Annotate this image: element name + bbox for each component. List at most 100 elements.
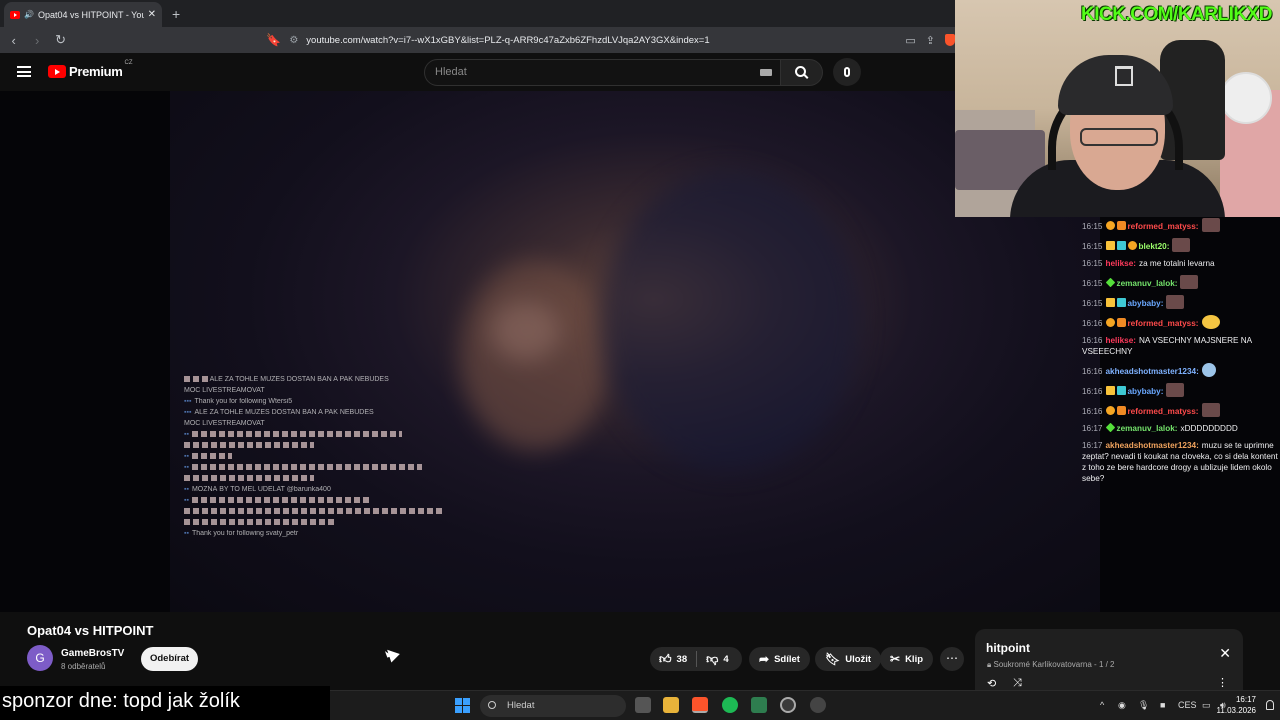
- star-badge-icon: [1105, 277, 1115, 288]
- obs-icon[interactable]: [810, 697, 826, 713]
- browser-tabstrip: 🔊 Opat04 vs HITPOINT - YouTub ✕ +: [0, 0, 955, 27]
- close-playlist-icon[interactable]: ✕: [1219, 645, 1231, 662]
- chat-username[interactable]: helikse:: [1106, 259, 1137, 268]
- chat-message: 16:15 blekt20:: [1082, 238, 1278, 252]
- taskbar-clock[interactable]: 16:17 11.03.2026: [1217, 694, 1256, 716]
- reload-icon[interactable]: ↻: [51, 32, 70, 48]
- chat-message: 16:15 reformed_matyss:: [1082, 218, 1278, 232]
- youtube-play-icon: [48, 65, 66, 78]
- chat-username[interactable]: helikse:: [1106, 336, 1137, 345]
- tray-overflow-icon[interactable]: ^: [1100, 700, 1104, 710]
- chat-username[interactable]: akheadshotmaster1234:: [1106, 441, 1199, 450]
- menu-icon[interactable]: [17, 66, 31, 77]
- playlist-more-icon[interactable]: ⋮: [1217, 676, 1228, 689]
- chat-message: 16:15 abybaby:: [1082, 295, 1278, 309]
- gift-badge-icon: [1116, 318, 1126, 327]
- chat-username[interactable]: abybaby:: [1128, 387, 1164, 396]
- share-button[interactable]: ➦ Sdílet: [749, 647, 810, 671]
- loop-icon[interactable]: ⟲: [987, 677, 996, 690]
- chat-username[interactable]: blekt20:: [1139, 242, 1170, 251]
- more-actions-icon[interactable]: ⋯: [940, 647, 964, 671]
- forward-icon[interactable]: ›: [27, 33, 46, 48]
- coin-badge-icon: [1105, 221, 1115, 230]
- voice-search-button[interactable]: [833, 58, 861, 86]
- playlist-title[interactable]: hitpoint: [986, 641, 1030, 655]
- steam-icon[interactable]: [780, 697, 796, 713]
- search-placeholder: Hledat: [435, 66, 467, 78]
- video-title: Opat04 vs HITPOINT: [27, 623, 154, 638]
- chat-emote-icon: [1201, 403, 1220, 417]
- bookmark-icon[interactable]: 🔖: [266, 33, 281, 47]
- windows-start-icon[interactable]: [455, 698, 470, 713]
- windows-taskbar: Hledat ^ ◉ 🎙︎ ■ CES ▭ 🔊︎ 16:17 11.03.202…: [330, 690, 1280, 720]
- chat-username[interactable]: reformed_matyss:: [1128, 319, 1199, 328]
- tray-nvidia-icon[interactable]: ■: [1160, 700, 1165, 710]
- mouse-cursor-icon: [384, 649, 393, 658]
- chat-message: 16:16 helikse: NA VSECHNY MAJSNERE NA VSEE…: [1082, 335, 1278, 357]
- spotify-icon[interactable]: [722, 697, 738, 713]
- chat-username[interactable]: akheadshotmaster1234:: [1106, 367, 1199, 376]
- tray-app-icon[interactable]: ◉: [1118, 700, 1126, 711]
- sponsor-ticker: sponzor dne: topd jak žolík: [0, 686, 330, 720]
- chat-username[interactable]: abybaby:: [1128, 299, 1164, 308]
- like-dislike-group: 👍︎ 38 👎︎ 4: [650, 647, 742, 671]
- chat-username[interactable]: reformed_matyss:: [1128, 222, 1199, 231]
- notification-bell-icon[interactable]: [1266, 700, 1274, 710]
- share-arrow-icon: ➦: [759, 652, 770, 666]
- cast-icon[interactable]: ▭: [905, 34, 915, 47]
- language-indicator[interactable]: CES: [1178, 700, 1197, 710]
- url-text: youtube.com/watch?v=i7--wX1xGBY&list=PLZ…: [306, 34, 710, 46]
- tab-title: Opat04 vs HITPOINT - YouTub: [37, 9, 144, 20]
- chat-username[interactable]: zemanuv_lalok:: [1117, 424, 1178, 433]
- chat-message: 16:15 helikse: za me totalni levarna: [1082, 258, 1278, 269]
- save-button[interactable]: 🔖︎ Uložit: [815, 647, 882, 671]
- chat-text: za me totalni levarna: [1139, 259, 1215, 268]
- search-icon: [795, 66, 806, 77]
- dislike-count: 4: [723, 653, 729, 665]
- toolbar-actions: ▭ ⇪: [905, 33, 956, 47]
- speaker-icon[interactable]: 🔊: [24, 10, 34, 19]
- network-icon[interactable]: ▭: [1202, 700, 1211, 711]
- grid-badge-icon: [1116, 241, 1126, 250]
- chat-username[interactable]: zemanuv_lalok:: [1117, 279, 1178, 288]
- chat-timestamp: 16:15: [1082, 242, 1103, 251]
- grid-badge-icon: [1116, 386, 1126, 395]
- chat-emote-icon: [1166, 383, 1185, 397]
- brave-browser-icon[interactable]: [692, 697, 708, 713]
- search-input[interactable]: Hledat: [424, 59, 781, 86]
- back-icon[interactable]: ‹: [4, 33, 23, 48]
- taskbar-search[interactable]: Hledat: [480, 695, 626, 717]
- subscribe-button[interactable]: Odebírat: [141, 647, 198, 671]
- search-button[interactable]: [781, 59, 823, 86]
- close-tab-icon[interactable]: ✕: [148, 9, 156, 20]
- minecraft-launcher-icon[interactable]: [751, 697, 767, 713]
- chat-timestamp: 16:16: [1082, 387, 1103, 396]
- file-explorer-icon[interactable]: [663, 697, 679, 713]
- chat-message: 16:16 reformed_matyss:: [1082, 403, 1278, 417]
- brave-shield-icon[interactable]: [945, 33, 956, 46]
- address-bar[interactable]: ⚙ youtube.com/watch?v=i7--wX1xGBY&list=P…: [289, 30, 887, 50]
- site-settings-icon[interactable]: ⚙: [289, 35, 298, 46]
- coin-badge-icon: [1105, 406, 1115, 415]
- chat-emote-icon: [1172, 238, 1191, 252]
- youtube-logo[interactable]: Premium CZ: [48, 60, 133, 79]
- channel-name[interactable]: GameBrosTV: [61, 648, 124, 659]
- like-count: 38: [676, 653, 688, 665]
- chat-username[interactable]: reformed_matyss:: [1128, 407, 1199, 416]
- chat-timestamp: 16:17: [1082, 424, 1103, 433]
- task-view-icon[interactable]: [635, 697, 651, 713]
- dislike-button[interactable]: 👎︎ 4: [697, 647, 737, 671]
- chat-timestamp: 16:16: [1082, 407, 1103, 416]
- keyboard-icon[interactable]: [760, 69, 772, 76]
- new-tab-button[interactable]: +: [172, 6, 180, 22]
- share-icon[interactable]: ⇪: [926, 34, 935, 47]
- star-badge-icon: [1105, 422, 1115, 433]
- crown-badge-icon: [1105, 241, 1115, 250]
- clip-button[interactable]: ✂ Klip: [880, 647, 934, 671]
- like-button[interactable]: 👍︎ 38: [650, 647, 696, 671]
- shuffle-icon[interactable]: ⤨: [1013, 677, 1022, 690]
- browser-tab[interactable]: 🔊 Opat04 vs HITPOINT - YouTub ✕: [4, 2, 162, 27]
- chat-message: 16:17 akheadshotmaster1234: muzu se te upr…: [1082, 440, 1278, 484]
- tray-mic-icon[interactable]: 🎙︎: [1138, 700, 1149, 711]
- channel-avatar[interactable]: G: [27, 645, 53, 671]
